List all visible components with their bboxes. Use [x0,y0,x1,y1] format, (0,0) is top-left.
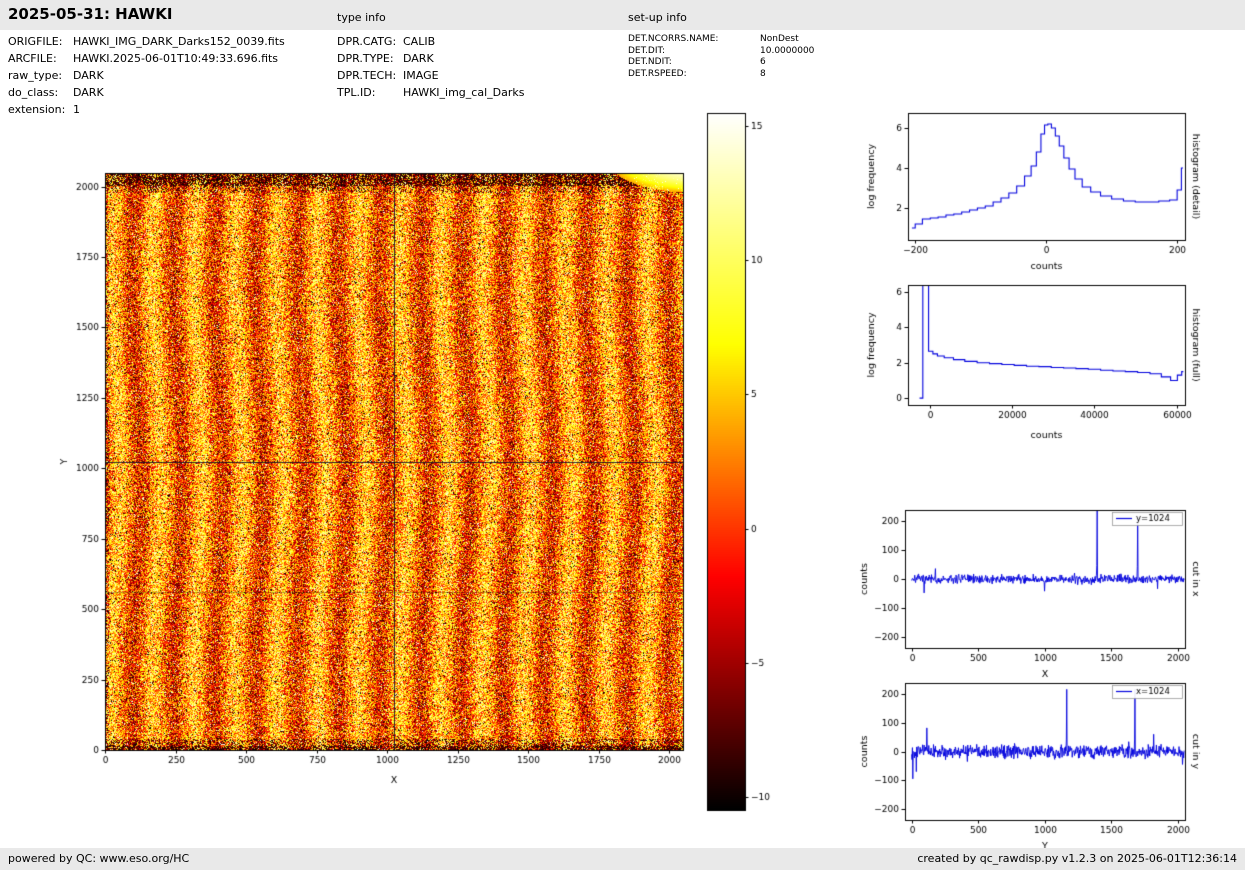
setup-info-block: DET.NCORRS.NAME: NonDest DET.DIT: 10.00000… [628,34,814,80]
metadata-label: DPR.TECH: [337,69,397,82]
histogram-full-plot [860,267,1220,457]
metadata-label: DET.RSPEED: [628,68,687,79]
metadata-value: HAWKI.2025-06-01T10:49:33.696.fits [73,52,279,65]
metadata-row: ORIGFILE: HAWKI_IMG_DARK_Darks152_0039.fi… [8,33,285,50]
metadata-label: DET.NCORRS.NAME: [628,34,719,44]
metadata-value: DARK [403,52,434,65]
page-title: 2025-05-31: HAWKI [8,5,173,23]
footer-bar: powered by QC: www.eso.org/HC created by… [0,848,1245,870]
metadata-row: DPR.CATG: CALIB [337,33,524,50]
footer-powered-by: powered by QC: www.eso.org/HC [8,852,190,865]
metadata-value: CALIB [403,35,436,48]
metadata-label: DPR.CATG: [337,35,397,48]
metadata-row: DPR.TYPE: DARK [337,50,524,67]
type-info-block: DPR.CATG: CALIB DPR.TYPE: DARK DPR.TECH: IM… [337,33,524,101]
metadata-label: DET.NDIT: [628,57,672,67]
metadata-label: ARCFILE: [8,52,57,65]
metadata-row: DET.DIT: 10.0000000 [628,46,814,58]
header-bar: 2025-05-31: HAWKI type info set-up info [0,0,1245,30]
metadata-value: DARK [73,69,104,82]
metadata-value: 8 [760,68,766,79]
colorbar [700,105,795,820]
metadata-label: DET.DIT: [628,45,666,56]
metadata-row: DET.RSPEED: 8 [628,69,814,81]
metadata-row: ARCFILE: HAWKI.2025-06-01T10:49:33.696.fi… [8,50,285,67]
metadata-value: HAWKI_IMG_DARK_Darks152_0039.fits [73,35,285,48]
metadata-label: DPR.TYPE: [337,52,394,65]
metadata-row: raw_type: DARK [8,67,285,84]
metadata-value: NonDest [760,34,799,44]
type-info-section-label: type info [337,11,386,24]
metadata-value: 6 [760,57,766,67]
metadata-row: DPR.TECH: IMAGE [337,67,524,84]
detector-image-plot [40,95,700,805]
cut-in-x-plot [855,495,1220,687]
metadata-value: IMAGE [403,69,439,82]
metadata-label: ORIGFILE: [8,35,63,48]
metadata-row: DET.NCORRS.NAME: NonDest [628,34,814,46]
cut-in-y-plot [855,668,1220,868]
histogram-detail-plot [860,95,1220,285]
metadata-label: raw_type: [8,69,63,82]
qc-report-page: 2025-05-31: HAWKI type info set-up info … [0,0,1245,870]
setup-info-section-label: set-up info [628,11,687,24]
footer-created-by: created by qc_rawdisp.py v1.2.3 on 2025-… [917,852,1237,865]
metadata-row: DET.NDIT: 6 [628,57,814,69]
metadata-value: 10.0000000 [760,45,815,56]
